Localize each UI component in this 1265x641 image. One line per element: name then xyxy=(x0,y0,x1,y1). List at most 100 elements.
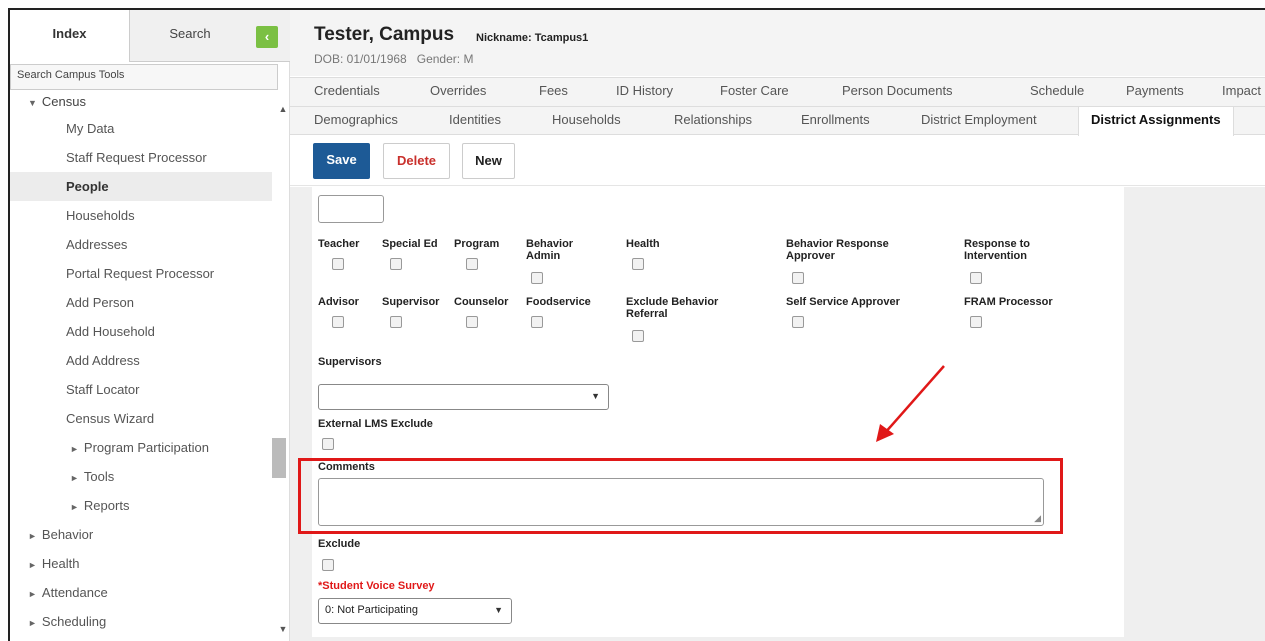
checkbox-external-lms-exclude[interactable] xyxy=(322,438,334,450)
role-label-fram-processor: FRAM Processor xyxy=(964,296,1053,308)
tab-district-assignments[interactable]: District Assignments xyxy=(1078,107,1234,137)
tree-item-attendance[interactable]: ► Attendance xyxy=(10,578,272,607)
role-label-program: Program xyxy=(454,238,500,250)
tab-identities[interactable]: Identities xyxy=(449,107,501,135)
checkbox-response-to-intervention[interactable] xyxy=(970,272,982,284)
role-label-special-ed: Special Ed xyxy=(382,238,438,250)
dropdown-arrow-icon: ▼ xyxy=(591,391,600,401)
tab-relationships[interactable]: Relationships xyxy=(674,107,752,135)
tree-item-label: Reports xyxy=(83,498,130,513)
tabs-row-2: Demographics Identities Households Relat… xyxy=(290,106,1265,137)
tree-item-households[interactable]: Households xyxy=(10,201,272,230)
annotation-arrow-icon xyxy=(876,365,945,442)
tree-item-behavior[interactable]: ► Behavior xyxy=(10,520,272,549)
tree-item-label: Behavior xyxy=(41,527,94,542)
role-label-advisor: Advisor xyxy=(318,296,359,308)
tab-district-employment[interactable]: District Employment xyxy=(921,107,1037,135)
tree-item-label: Scheduling xyxy=(41,614,107,629)
tab-search[interactable]: Search xyxy=(130,10,250,62)
checkbox-fram-processor[interactable] xyxy=(970,316,982,328)
delete-button[interactable]: Delete xyxy=(383,143,450,179)
tab-demographics[interactable]: Demographics xyxy=(314,107,398,135)
main-area: Tester, Campus Nickname: Tcampus1 DOB: 0… xyxy=(290,10,1265,641)
tab-id-history[interactable]: ID History xyxy=(616,78,673,106)
checkbox-self-service-approver[interactable] xyxy=(792,316,804,328)
tree-item-label: Census xyxy=(41,94,86,109)
checkbox-foodservice[interactable] xyxy=(531,316,543,328)
text-input[interactable] xyxy=(318,195,384,223)
tab-payments[interactable]: Payments xyxy=(1126,78,1184,106)
checkbox-program[interactable] xyxy=(466,258,478,270)
person-nickname: Nickname: Tcampus1 xyxy=(476,32,589,44)
checkbox-behavior-admin[interactable] xyxy=(531,272,543,284)
caret-right-icon: ► xyxy=(70,473,79,483)
scroll-up-arrow-icon[interactable]: ▲ xyxy=(278,104,288,114)
search-campus-tools-input[interactable]: Search Campus Tools xyxy=(10,64,278,90)
tree-item-label: Attendance xyxy=(41,585,108,600)
tab-impact[interactable]: Impact xyxy=(1222,78,1261,106)
supervisors-select[interactable]: ▼ xyxy=(318,384,609,410)
new-button[interactable]: New xyxy=(462,143,515,179)
tree-item-people[interactable]: People xyxy=(10,172,272,201)
checkbox-health[interactable] xyxy=(632,258,644,270)
tab-households[interactable]: Households xyxy=(552,107,621,135)
tree-item-program-participation[interactable]: ► Program Participation xyxy=(10,433,272,462)
tree-item-my-data[interactable]: My Data xyxy=(10,114,272,143)
action-bar: Save Delete New xyxy=(290,136,1265,186)
tab-enrollments[interactable]: Enrollments xyxy=(801,107,870,135)
sidebar-scrollbar-thumb[interactable] xyxy=(272,438,286,478)
tab-overrides[interactable]: Overrides xyxy=(430,78,486,106)
role-label-behavior-response-approver: Behavior Response Approver xyxy=(786,238,889,262)
tree-item-health[interactable]: ► Health xyxy=(10,549,272,578)
tree-item-census-wizard[interactable]: Census Wizard xyxy=(10,404,272,433)
tab-index[interactable]: Index xyxy=(10,10,130,62)
caret-right-icon: ► xyxy=(70,444,79,454)
supervisors-label: Supervisors xyxy=(318,356,382,368)
checkbox-advisor[interactable] xyxy=(332,316,344,328)
scroll-down-arrow-icon[interactable]: ▼ xyxy=(278,624,288,634)
role-label-counselor: Counselor xyxy=(454,296,509,308)
tree-item-add-household[interactable]: Add Household xyxy=(10,317,272,346)
caret-right-icon: ► xyxy=(28,589,37,599)
tab-foster-care[interactable]: Foster Care xyxy=(720,78,789,106)
tab-credentials[interactable]: Credentials xyxy=(314,78,380,106)
tree-item-addresses[interactable]: Addresses xyxy=(10,230,272,259)
sidebar: Index Search ‹ Search Campus Tools ▼ Cens… xyxy=(10,10,290,641)
tree-item-add-person[interactable]: Add Person xyxy=(10,288,272,317)
tree-item-label: Health xyxy=(41,556,80,571)
tab-schedule[interactable]: Schedule xyxy=(1030,78,1084,106)
caret-right-icon: ► xyxy=(28,618,37,628)
tree-item-staff-locator[interactable]: Staff Locator xyxy=(10,375,272,404)
tree-item-tools[interactable]: ► Tools xyxy=(10,462,272,491)
role-label-health: Health xyxy=(626,238,660,250)
checkbox-exclude-behavior-referral[interactable] xyxy=(632,330,644,342)
checkbox-teacher[interactable] xyxy=(332,258,344,270)
student-voice-survey-value: 0: Not Participating xyxy=(325,604,418,616)
tree-item-census[interactable]: ▼ Census xyxy=(10,94,272,114)
tree-item-portal-request-processor[interactable]: Portal Request Processor xyxy=(10,259,272,288)
caret-right-icon: ► xyxy=(28,560,37,570)
app-window: Index Search ‹ Search Campus Tools ▼ Cens… xyxy=(8,8,1265,641)
tree-item-staff-request-processor[interactable]: Staff Request Processor xyxy=(10,143,272,172)
caret-down-icon: ▼ xyxy=(28,98,37,108)
checkbox-supervisor[interactable] xyxy=(390,316,402,328)
tree-item-reports[interactable]: ► Reports xyxy=(10,491,272,520)
tab-person-documents[interactable]: Person Documents xyxy=(842,78,953,106)
external-lms-exclude-label: External LMS Exclude xyxy=(318,418,433,430)
tabs-row-1: Credentials Overrides Fees ID History Fo… xyxy=(290,77,1265,106)
person-dob: DOB: 01/01/1968 xyxy=(314,52,407,66)
student-voice-survey-label: *Student Voice Survey xyxy=(318,580,435,592)
person-details: DOB: 01/01/1968 Gender: M xyxy=(314,52,473,66)
tree-item-add-address[interactable]: Add Address xyxy=(10,346,272,375)
checkbox-exclude[interactable] xyxy=(322,559,334,571)
checkbox-counselor[interactable] xyxy=(466,316,478,328)
save-button[interactable]: Save xyxy=(313,143,370,179)
annotation-highlight-box xyxy=(298,458,1063,534)
tab-fees[interactable]: Fees xyxy=(539,78,568,106)
student-voice-survey-select[interactable]: 0: Not Participating ▼ xyxy=(318,598,512,624)
checkbox-special-ed[interactable] xyxy=(390,258,402,270)
role-label-exclude-behavior-referral: Exclude Behavior Referral xyxy=(626,296,719,320)
collapse-sidebar-button[interactable]: ‹ xyxy=(256,26,278,48)
tree-item-scheduling[interactable]: ► Scheduling xyxy=(10,607,272,636)
checkbox-behavior-response-approver[interactable] xyxy=(792,272,804,284)
